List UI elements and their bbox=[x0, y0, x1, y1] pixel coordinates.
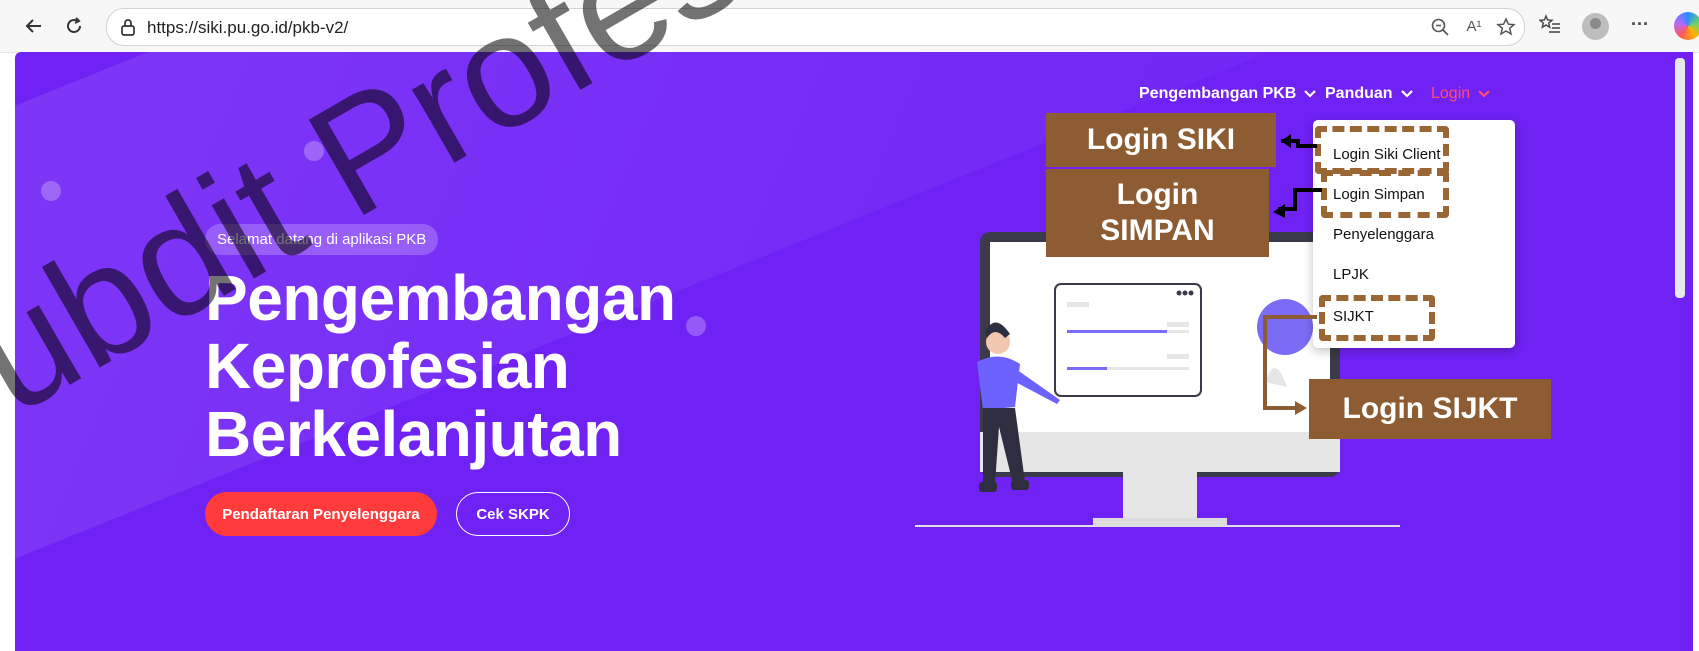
favorite-icon[interactable] bbox=[1495, 17, 1517, 37]
back-icon[interactable] bbox=[20, 12, 48, 40]
refresh-icon[interactable] bbox=[60, 12, 88, 40]
browser-toolbar: https://siki.pu.go.id/pkb-v2/ A¹ ··· bbox=[0, 0, 1699, 53]
scrollbar[interactable] bbox=[1675, 58, 1685, 298]
address-bar[interactable]: https://siki.pu.go.id/pkb-v2/ A¹ bbox=[106, 8, 1525, 46]
hero-section: Pengembangan PKB Panduan Login Selamat d… bbox=[15, 52, 1693, 651]
url-text[interactable]: https://siki.pu.go.id/pkb-v2/ bbox=[147, 18, 348, 38]
read-aloud-icon[interactable]: A¹ bbox=[1463, 18, 1485, 38]
lock-icon[interactable] bbox=[119, 17, 137, 42]
favorites-list-icon[interactable] bbox=[1537, 14, 1563, 40]
profile-icon[interactable] bbox=[1582, 13, 1609, 40]
zoom-icon[interactable] bbox=[1429, 17, 1451, 37]
more-icon[interactable]: ··· bbox=[1627, 14, 1653, 40]
annotation-arrows bbox=[1263, 134, 1322, 415]
copilot-icon[interactable] bbox=[1674, 12, 1699, 40]
